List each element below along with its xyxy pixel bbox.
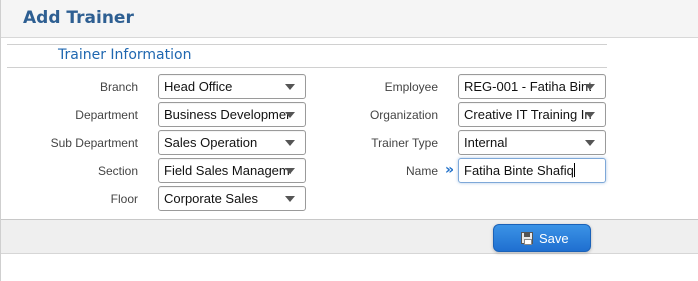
add-trainer-dialog: Add Trainer Trainer Information Branch H… [0, 0, 698, 281]
caret-down-icon [585, 84, 595, 90]
caret-down-icon [285, 168, 295, 174]
section-select-value: Field Sales Management [164, 163, 291, 178]
floor-select[interactable]: Corporate Sales [158, 186, 306, 211]
name-input-value: Fatiha Binte Shafiq [464, 163, 575, 178]
caret-down-icon [585, 140, 595, 146]
section-select[interactable]: Field Sales Management [158, 158, 306, 183]
organization-select[interactable]: Creative IT Training Institute [458, 102, 606, 127]
department-select-value: Business Development [164, 107, 291, 122]
employee-select[interactable]: REG-001 - Fatiha Binte Shafiq [458, 74, 606, 99]
branch-label: Branch [99, 80, 138, 94]
sub-department-label: Sub Department [50, 136, 138, 150]
organization-label: Organization [369, 108, 438, 122]
caret-down-icon [285, 196, 295, 202]
floppy-disk-icon [521, 232, 533, 245]
section-divider-bottom [7, 67, 607, 68]
save-button-label: Save [539, 231, 569, 246]
department-select[interactable]: Business Development [158, 102, 306, 127]
organization-select-value: Creative IT Training Institute [464, 107, 591, 122]
dialog-footer [1, 220, 698, 254]
caret-down-icon [585, 112, 595, 118]
dialog-title: Add Trainer [23, 8, 134, 28]
sub-department-select[interactable]: Sales Operation [158, 130, 306, 155]
caret-down-icon [285, 84, 295, 90]
double-chevron-right-icon: » [445, 162, 455, 178]
department-label: Department [75, 108, 138, 122]
section-label: Section [97, 164, 138, 178]
floor-label: Floor [110, 192, 138, 206]
employee-select-value: REG-001 - Fatiha Binte Shafiq [464, 79, 591, 94]
trainer-type-label: Trainer Type [371, 136, 438, 150]
employee-label: Employee [384, 80, 438, 94]
caret-down-icon [285, 112, 295, 118]
section-title: Trainer Information [58, 47, 192, 63]
floor-select-value: Corporate Sales [164, 191, 258, 206]
save-button[interactable]: Save [493, 224, 591, 252]
trainer-type-select[interactable]: Internal [458, 130, 606, 155]
name-input[interactable]: Fatiha Binte Shafiq [458, 158, 606, 183]
branch-select[interactable]: Head Office [158, 74, 306, 99]
name-label: Name [405, 164, 438, 178]
text-cursor [573, 163, 575, 177]
sub-department-select-value: Sales Operation [164, 135, 258, 150]
dialog-header: Add Trainer [1, 0, 698, 38]
branch-select-value: Head Office [164, 79, 233, 94]
trainer-type-select-value: Internal [464, 135, 508, 150]
section-divider-top [7, 44, 607, 45]
caret-down-icon [285, 140, 295, 146]
